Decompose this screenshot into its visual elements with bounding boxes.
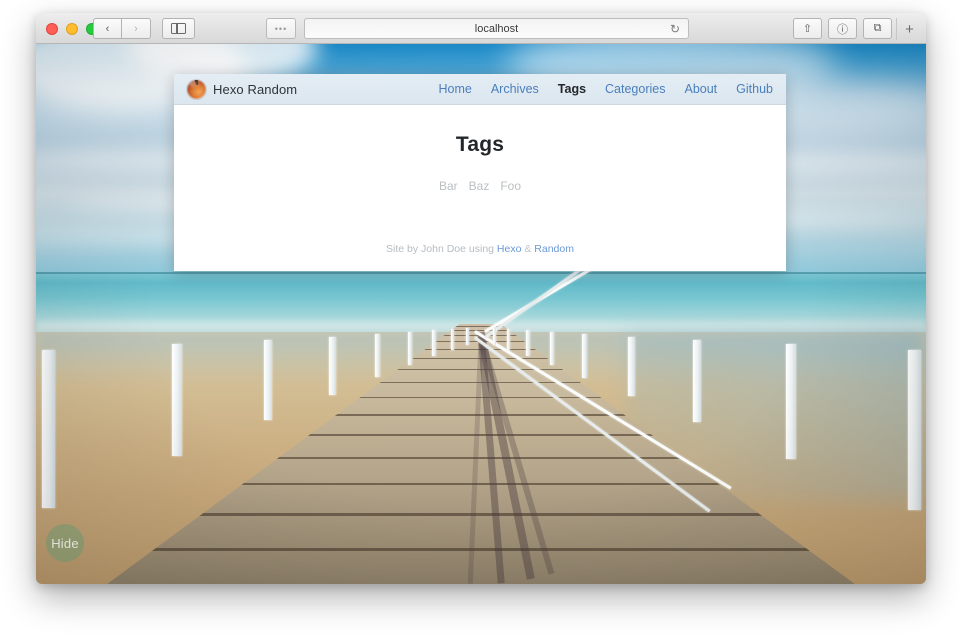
reload-icon[interactable]: ↻ xyxy=(670,23,680,35)
railing-post xyxy=(466,328,469,345)
plus-icon: + xyxy=(905,20,914,38)
railing-post xyxy=(451,329,454,350)
site-header: Hexo Random Home Archives Tags Categorie… xyxy=(174,74,786,105)
tag-link-bar[interactable]: Bar xyxy=(439,179,458,193)
forward-button[interactable]: › xyxy=(122,18,151,39)
deck-plank xyxy=(107,330,855,331)
new-tab-button[interactable]: + xyxy=(896,18,922,40)
deck-plank xyxy=(107,326,855,327)
window-controls xyxy=(46,23,98,35)
chevron-right-icon: › xyxy=(134,22,138,35)
navigation-buttons: ‹ › xyxy=(93,18,151,39)
hide-button[interactable]: Hide xyxy=(46,524,84,562)
tabs-icon: ⧉ xyxy=(873,22,882,34)
railing-post xyxy=(507,329,510,350)
railing-post xyxy=(408,332,412,365)
minimize-window-button[interactable] xyxy=(66,23,78,35)
share-button[interactable]: ⇧ xyxy=(793,18,822,39)
tag-cloud: Bar Baz Foo xyxy=(174,179,786,193)
page-viewport: Hexo Random Home Archives Tags Categorie… xyxy=(36,44,926,584)
chevron-left-icon: ‹ xyxy=(105,22,110,35)
railing-post xyxy=(172,344,182,456)
sidebar-icon xyxy=(171,22,186,35)
address-bar[interactable]: localhost ↻ xyxy=(304,18,689,39)
railing-post xyxy=(264,340,272,420)
browser-toolbar: ‹ › ••• localhost ↻ ⇧ ⓘ ⧉ + xyxy=(36,13,926,44)
site-title: Hexo Random xyxy=(213,81,298,97)
browser-window: ‹ › ••• localhost ↻ ⇧ ⓘ ⧉ + Hexo Random … xyxy=(36,13,926,584)
site-content-card: Hexo Random Home Archives Tags Categorie… xyxy=(174,74,786,271)
railing-post xyxy=(375,334,380,377)
nav-link-home[interactable]: Home xyxy=(439,82,472,96)
show-tabs-button[interactable]: ⧉ xyxy=(863,18,892,39)
deck-plank xyxy=(107,483,855,485)
footer-prefix: Site by John Doe using xyxy=(386,243,497,255)
site-brand[interactable]: Hexo Random xyxy=(187,79,298,99)
deck-plank xyxy=(107,548,855,551)
nav-link-archives[interactable]: Archives xyxy=(491,82,539,96)
nav-link-tags[interactable]: Tags xyxy=(558,82,586,96)
nav-link-github[interactable]: Github xyxy=(736,82,773,96)
site-body: Tags Bar Baz Foo Site by John Doe using … xyxy=(174,105,786,271)
page-title: Tags xyxy=(455,133,505,156)
deck-plank xyxy=(107,513,855,516)
nav-link-categories[interactable]: Categories xyxy=(605,82,665,96)
site-footer: Site by John Doe using Hexo & Random xyxy=(174,231,786,271)
railing-post xyxy=(786,344,796,459)
railing-post xyxy=(493,328,496,345)
railing-post xyxy=(526,330,530,356)
railing-post xyxy=(693,340,701,422)
share-icon: ⇧ xyxy=(802,23,813,35)
railing-post xyxy=(329,337,336,395)
railing-post xyxy=(582,334,587,378)
reading-list-button[interactable]: ⓘ xyxy=(828,18,857,39)
apple-avatar-icon xyxy=(187,79,206,99)
tag-link-foo[interactable]: Foo xyxy=(500,179,521,193)
footer-separator: & xyxy=(521,243,535,255)
tag-link-baz[interactable]: Baz xyxy=(469,179,490,193)
railing-post xyxy=(628,337,635,396)
railing-post xyxy=(432,330,436,356)
hide-button-label: Hide xyxy=(51,535,79,551)
site-navigation: Home Archives Tags Categories About Gith… xyxy=(439,82,774,96)
toolbar-right-buttons: ⇧ ⓘ ⧉ xyxy=(793,18,892,39)
sidebar-toggle-button[interactable] xyxy=(162,18,195,39)
back-button[interactable]: ‹ xyxy=(93,18,122,39)
railing-post xyxy=(42,350,55,508)
close-window-button[interactable] xyxy=(46,23,58,35)
smart-search-menu-button[interactable]: ••• xyxy=(266,18,296,39)
railing-post xyxy=(550,332,554,365)
footer-link-hexo[interactable]: Hexo xyxy=(497,243,522,255)
nav-link-about[interactable]: About xyxy=(684,82,717,96)
ellipsis-icon: ••• xyxy=(274,23,288,34)
footer-link-random[interactable]: Random xyxy=(534,243,574,255)
url-text: localhost xyxy=(474,22,519,35)
railing-post xyxy=(908,350,921,510)
info-icon: ⓘ xyxy=(837,23,848,36)
